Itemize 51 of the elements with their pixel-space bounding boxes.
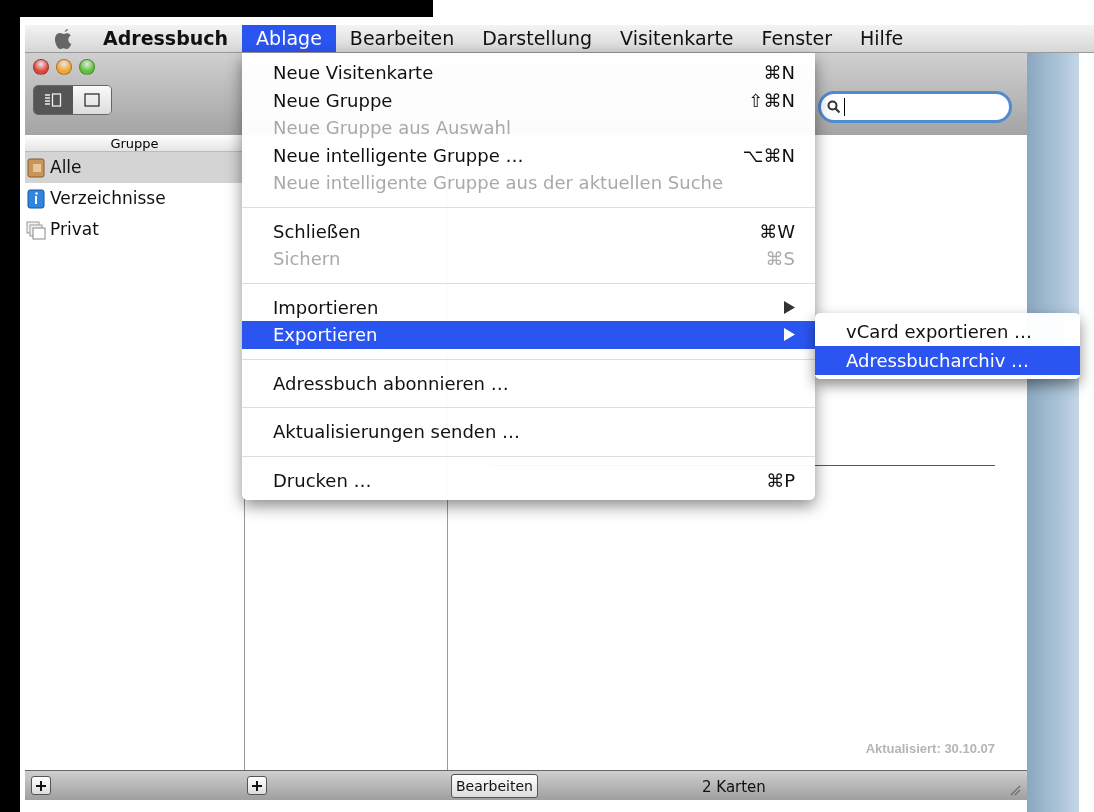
menu-title[interactable]: Bearbeiten xyxy=(335,25,469,52)
group-label: Privat xyxy=(50,217,99,241)
card-count: 2 Karten xyxy=(702,777,766,798)
menu-title[interactable]: Ablage xyxy=(242,25,336,52)
add-button[interactable] xyxy=(247,776,267,795)
column-header[interactable]: Gruppe xyxy=(25,135,244,152)
submenu-arrow-icon xyxy=(784,300,795,314)
shortcut-label: ⌘S xyxy=(765,247,795,272)
menu-item[interactable]: vCard exportieren … xyxy=(815,317,1080,346)
search-field[interactable] xyxy=(818,91,1012,123)
plus-icon xyxy=(36,780,46,791)
group-item[interactable]: Verzeichnisse xyxy=(25,183,244,214)
menu-item[interactable]: Neue Visitenkarte ⌘N xyxy=(242,59,815,87)
card-view-icon xyxy=(83,93,100,107)
search-icon xyxy=(827,100,841,114)
view-mode-button[interactable] xyxy=(72,86,111,114)
zoom-button[interactable] xyxy=(79,59,95,75)
shortcut-label: ⌘W xyxy=(759,219,795,244)
app-menu[interactable]: Adressbuch xyxy=(103,25,243,52)
minimize-button[interactable] xyxy=(56,59,72,75)
close-button[interactable] xyxy=(33,59,49,75)
group-item[interactable]: Alle xyxy=(25,152,244,183)
menu-title[interactable]: Visitenkarte xyxy=(606,25,748,52)
edit-button[interactable]: Bearbeiten xyxy=(451,774,538,798)
menu-item[interactable]: Importieren xyxy=(242,293,815,321)
menu-item[interactable]: Exportieren xyxy=(242,321,815,349)
menu-item[interactable]: Adressbucharchiv … xyxy=(815,346,1080,375)
columns-icon xyxy=(44,93,63,107)
menu-title[interactable]: Fenster xyxy=(747,25,847,52)
menu-item[interactable]: Schließen ⌘W xyxy=(242,217,815,245)
group-item[interactable]: Privat xyxy=(25,214,244,245)
menu-item[interactable]: Drucken … ⌘P xyxy=(242,466,815,494)
menu-item[interactable]: Neue intelligente Gruppe … ⌥⌘N xyxy=(242,141,815,169)
shortcut-label: ⌥⌘N xyxy=(742,143,795,168)
group-label: Alle xyxy=(50,155,82,179)
text-cursor xyxy=(844,98,845,116)
group-label: Verzeichnisse xyxy=(50,186,166,210)
plus-icon xyxy=(252,780,262,791)
updated-date: Aktualisiert: 30.10.07 xyxy=(865,739,996,758)
view-mode-button[interactable] xyxy=(34,86,73,114)
menu-item[interactable]: Adressbuch abonnieren … xyxy=(242,369,815,397)
submenu-arrow-icon xyxy=(784,328,795,342)
shortcut-label: ⌘N xyxy=(763,61,795,86)
book-icon xyxy=(26,157,46,178)
menu-item[interactable]: Aktualisierungen senden … xyxy=(242,418,815,446)
shortcut-label: ⌘P xyxy=(766,468,795,493)
add-button[interactable] xyxy=(31,776,51,795)
menu-title[interactable]: Hilfe xyxy=(846,25,918,52)
menu-item[interactable]: Neue Gruppe ⇧⌘N xyxy=(242,86,815,114)
menu-title[interactable]: Darstellung xyxy=(468,25,607,52)
shortcut-label: ⇧⌘N xyxy=(748,88,795,113)
